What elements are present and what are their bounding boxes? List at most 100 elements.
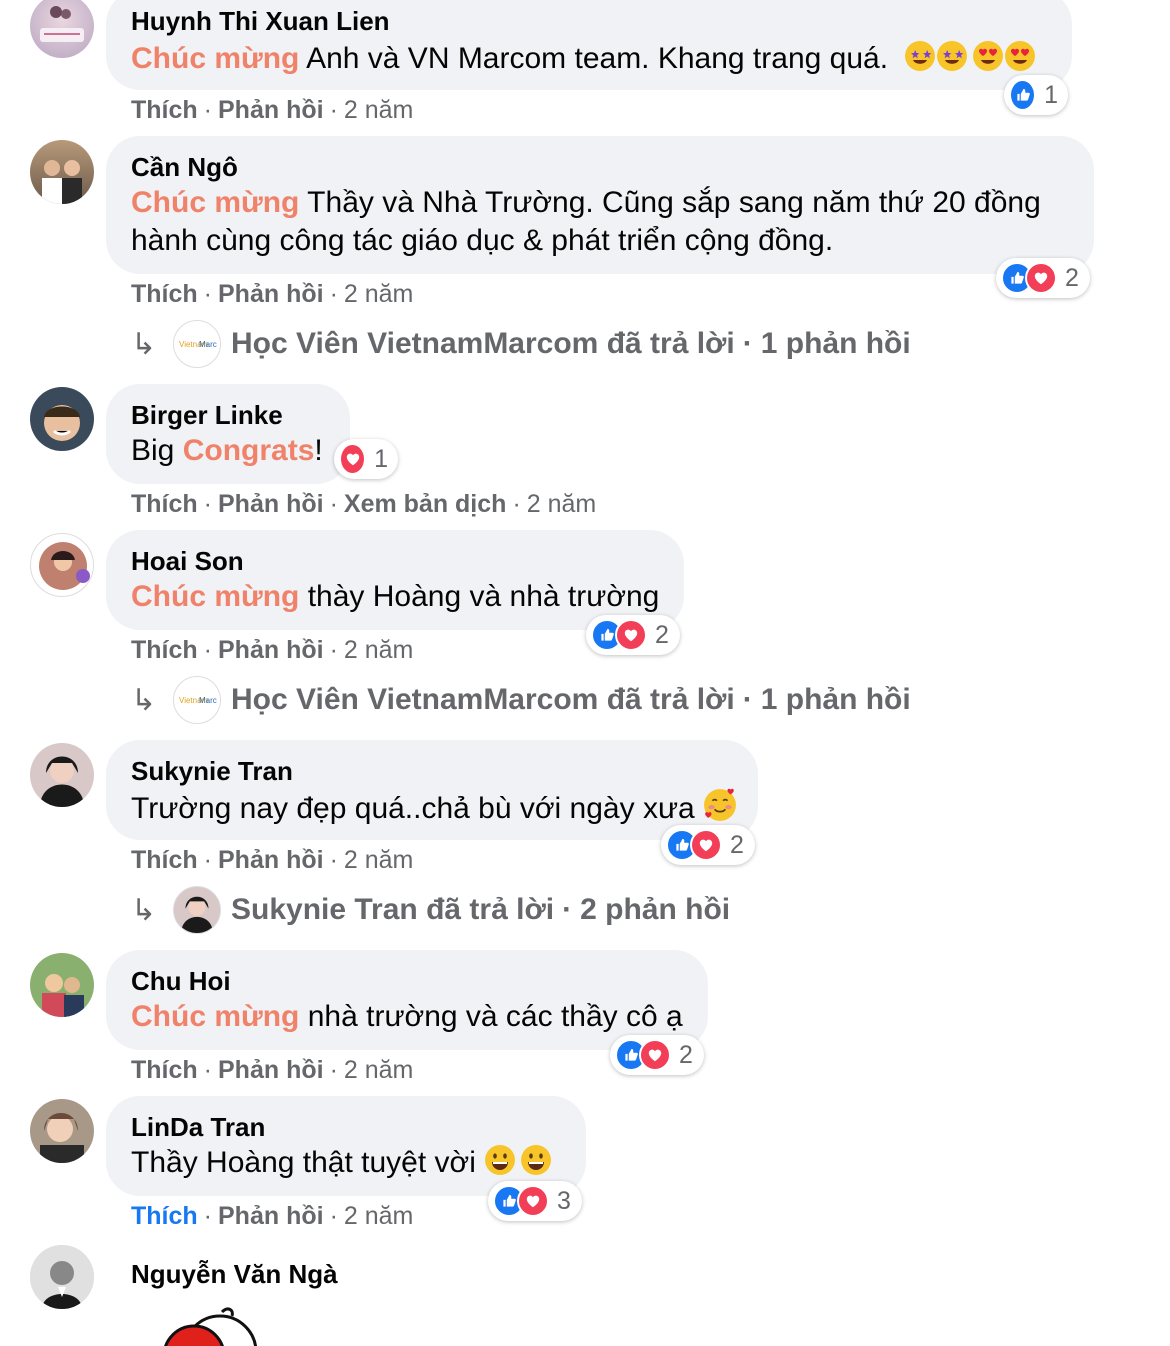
comment-author[interactable]: LinDa Tran <box>131 1112 265 1143</box>
comment-text: Trường nay đẹp quá..chả bù với ngày xưa <box>131 788 737 832</box>
like-button[interactable]: Thích <box>131 846 198 874</box>
reaction-count: 2 <box>1065 263 1079 292</box>
timestamp[interactable]: 2 năm <box>344 636 413 664</box>
avatar[interactable] <box>30 1245 94 1309</box>
comment-actions: Thích · Phản hồi · 2 năm <box>131 96 414 124</box>
timestamp[interactable]: 2 năm <box>527 490 596 518</box>
reply-button[interactable]: Phản hồi <box>218 1202 324 1230</box>
comment-actions: Thích · Phản hồi · 2 năm <box>131 636 414 664</box>
reply-button[interactable]: Phản hồi <box>218 490 324 518</box>
avatar[interactable] <box>30 140 94 204</box>
sticker <box>160 1304 260 1346</box>
reaction-summary[interactable]: 3 <box>488 1181 582 1221</box>
avatar[interactable] <box>30 387 94 451</box>
heart-eyes-emoji <box>972 40 1004 82</box>
love-icon <box>639 1039 671 1071</box>
avatar[interactable] <box>30 743 94 807</box>
comment-author[interactable]: Hoai Son <box>131 546 244 577</box>
comment-author[interactable]: Sukynie Tran <box>131 756 293 787</box>
avatar[interactable] <box>30 953 94 1017</box>
grinning-emoji <box>484 1144 516 1186</box>
avatar[interactable] <box>30 0 94 58</box>
reply-button[interactable]: Phản hồi <box>218 280 324 308</box>
reaction-summary[interactable]: 2 <box>586 615 680 655</box>
reaction-summary[interactable]: 2 <box>996 258 1090 298</box>
view-replies[interactable]: ↳ VietnamMarcom Học Viên VietnamMarcom đ… <box>131 320 911 368</box>
like-button[interactable]: Thích <box>131 490 198 518</box>
love-icon <box>517 1185 549 1217</box>
reaction-count: 1 <box>374 444 388 473</box>
comment-author[interactable]: Nguyễn Văn Ngà <box>131 1259 338 1290</box>
comment-text: Chúc mừng Anh và VN Marcom team. Khang t… <box>131 40 1036 82</box>
comment-author[interactable]: Cần Ngô <box>131 152 238 183</box>
timestamp[interactable]: 2 năm <box>344 1056 413 1084</box>
love-icon <box>1025 262 1057 294</box>
timestamp[interactable]: 2 năm <box>344 280 413 308</box>
reaction-summary[interactable]: 2 <box>661 825 755 865</box>
love-icon <box>615 619 647 651</box>
reply-button[interactable]: Phản hồi <box>218 1056 324 1084</box>
star-struck-emoji <box>904 40 936 82</box>
reaction-count: 2 <box>730 830 744 859</box>
highlight-text[interactable]: Chúc mừng <box>131 186 299 219</box>
comment-actions: Thích · Phản hồi · 2 năm <box>131 1202 414 1230</box>
love-icon <box>339 443 367 475</box>
avatar[interactable] <box>30 1099 94 1163</box>
like-icon <box>1009 79 1037 111</box>
translate-button[interactable]: Xem bản dịch <box>344 490 507 518</box>
highlight-text[interactable]: Congrats <box>183 434 315 467</box>
reply-arrow-icon: ↳ <box>131 893 157 927</box>
svg-text:Marcom: Marcom <box>199 696 217 705</box>
view-replies[interactable]: ↳ VietnamMarcom Học Viên VietnamMarcom đ… <box>131 676 911 724</box>
reply-arrow-icon: ↳ <box>131 327 157 361</box>
highlight-text[interactable]: Chúc mừng <box>131 580 299 613</box>
timestamp[interactable]: 2 năm <box>344 96 413 124</box>
comment-author[interactable]: Birger Linke <box>131 400 283 431</box>
comment-actions: Thích · Phản hồi · Xem bản dịch · 2 năm <box>131 490 597 518</box>
comment-actions: Thích · Phản hồi · 2 năm <box>131 280 414 308</box>
reaction-count: 1 <box>1044 80 1058 109</box>
comment-text: Thầy Hoàng thật tuyệt vời <box>131 1144 552 1186</box>
reaction-count: 3 <box>557 1186 571 1215</box>
view-replies[interactable]: ↳ Sukynie Tran đã trả lời · 2 phản hồi <box>131 886 730 934</box>
highlight-text[interactable]: Chúc mừng <box>131 1000 299 1033</box>
page-avatar: VietnamMarcom <box>173 676 221 724</box>
comment-bubble: Sukynie Tran Trường nay đẹp quá..chả bù … <box>106 740 758 840</box>
reaction-summary[interactable]: 1 <box>1004 75 1068 115</box>
comment-bubble: Chu Hoi Chúc mừng nhà trường và các thầy… <box>106 950 708 1050</box>
like-button[interactable]: Thích <box>131 96 198 124</box>
page-avatar: VietnamMarcom <box>173 320 221 368</box>
timestamp[interactable]: 2 năm <box>344 846 413 874</box>
comment-bubble: Huynh Thi Xuan Lien Chúc mừng Anh và VN … <box>106 0 1072 90</box>
svg-text:Marcom: Marcom <box>199 340 217 349</box>
comment-text: Big Congrats! <box>131 434 323 467</box>
love-icon <box>690 829 722 861</box>
comment-author[interactable]: Chu Hoi <box>131 966 231 997</box>
reaction-count: 2 <box>655 620 669 649</box>
reaction-summary[interactable]: 1 <box>334 439 398 479</box>
replier-avatar <box>173 886 221 934</box>
timestamp[interactable]: 2 năm <box>344 1202 413 1230</box>
comment-text: Chúc mừng thày Hoàng và nhà trường <box>131 580 660 613</box>
grinning-emoji <box>520 1144 552 1186</box>
reaction-summary[interactable]: 2 <box>610 1035 704 1075</box>
comment-actions: Thích · Phản hồi · 2 năm <box>131 1056 414 1084</box>
comment-bubble: Hoai Son Chúc mừng thày Hoàng và nhà trư… <box>106 530 684 630</box>
comment-author[interactable]: Huynh Thi Xuan Lien <box>131 6 390 37</box>
comment-text: Chúc mừng Thầy và Nhà Trường. Cũng sắp s… <box>131 186 1041 257</box>
comment-actions: Thích · Phản hồi · 2 năm <box>131 846 414 874</box>
comment-bubble: Cần Ngô Chúc mừng Thầy và Nhà Trường. Cũ… <box>106 136 1094 274</box>
like-button[interactable]: Thích <box>131 1056 198 1084</box>
reply-arrow-icon: ↳ <box>131 683 157 717</box>
like-button[interactable]: Thích <box>131 1202 198 1230</box>
comment-text: Chúc mừng nhà trường và các thầy cô ạ <box>131 1000 683 1033</box>
highlight-text[interactable]: Chúc mừng <box>131 42 299 75</box>
like-button[interactable]: Thích <box>131 280 198 308</box>
reply-button[interactable]: Phản hồi <box>218 96 324 124</box>
reaction-count: 2 <box>679 1040 693 1069</box>
reply-button[interactable]: Phản hồi <box>218 636 324 664</box>
avatar[interactable] <box>30 533 94 597</box>
reply-button[interactable]: Phản hồi <box>218 846 324 874</box>
star-struck-emoji <box>936 40 968 82</box>
like-button[interactable]: Thích <box>131 636 198 664</box>
